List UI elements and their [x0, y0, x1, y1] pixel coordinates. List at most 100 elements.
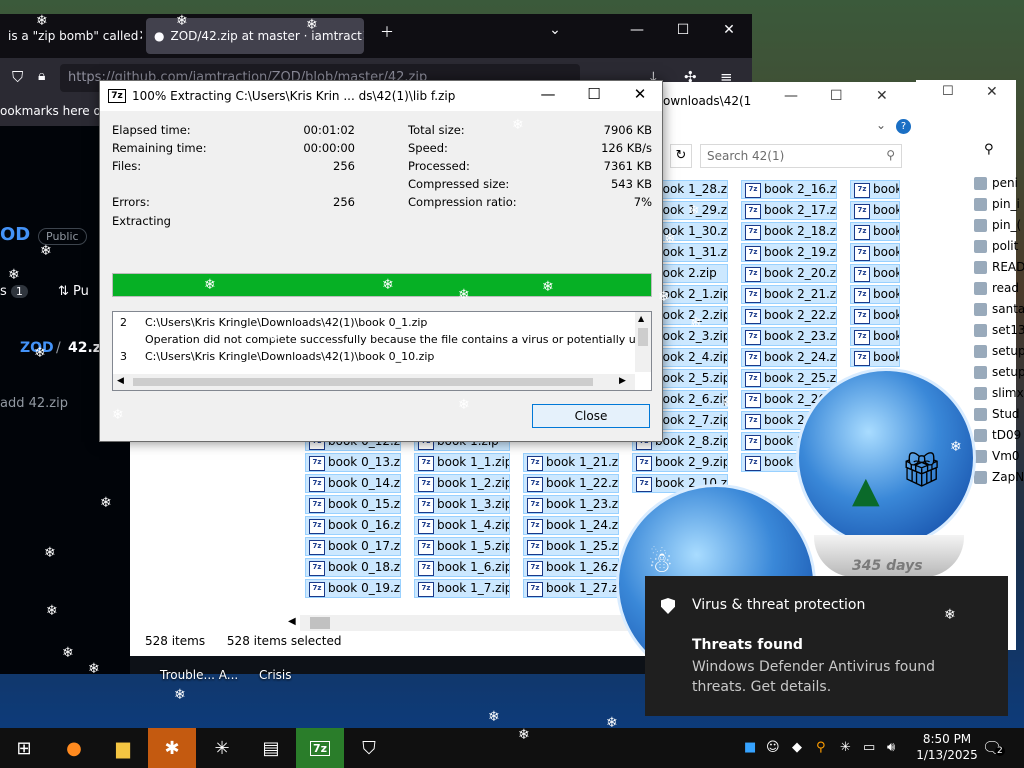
maximize-icon[interactable]: ☐ — [668, 22, 698, 38]
file-item[interactable]: book 1_1.zip — [414, 453, 510, 472]
search-icon[interactable]: ⚲ — [984, 142, 994, 157]
file-item[interactable]: book 2_23.zip — [741, 327, 837, 346]
chevron-down-icon[interactable]: ⌄ — [540, 22, 570, 38]
file-item[interactable]: set13 — [974, 323, 1024, 337]
file-item[interactable]: book 3_8 — [850, 264, 900, 283]
file-item[interactable]: book 3_6 — [850, 222, 900, 241]
address-bar[interactable]: ownloads\42(1 — [663, 94, 751, 108]
issues-tab[interactable]: s 1 — [0, 284, 28, 299]
tray-search-icon[interactable]: ⚲ — [816, 740, 826, 755]
search-input[interactable]: Search 42(1) ⚲ — [700, 144, 902, 168]
file-item[interactable]: book 2_18.zip — [741, 222, 837, 241]
minimize-icon[interactable]: — — [622, 22, 652, 38]
horizontal-scrollbar[interactable]: ◀ ▶ — [113, 374, 635, 390]
maximize-icon[interactable]: ☐ — [574, 85, 614, 103]
file-item[interactable]: book 3_4 — [850, 180, 900, 199]
file-item[interactable]: slimx — [974, 386, 1024, 400]
file-item[interactable]: book 2_21.zip — [741, 285, 837, 304]
file-item[interactable]: polit — [974, 239, 1018, 253]
file-item[interactable]: book 1_25.zip — [523, 537, 619, 556]
lock-icon[interactable]: 🔒︎ — [38, 68, 45, 84]
close-button[interactable]: Close — [532, 404, 650, 428]
file-item[interactable]: book 3_ — [850, 306, 900, 325]
file-item[interactable]: book 3_9 — [850, 285, 900, 304]
file-item[interactable]: book 2_19.zip — [741, 243, 837, 262]
file-item[interactable]: book 0_17.zip — [305, 537, 401, 556]
file-item[interactable]: Stud — [974, 407, 1020, 421]
file-item[interactable]: book 1_3.zip — [414, 495, 510, 514]
file-item[interactable]: peni — [974, 176, 1018, 190]
file-item[interactable]: READ — [974, 260, 1024, 274]
file-item[interactable]: pin_i — [974, 197, 1020, 211]
file-item[interactable]: santa — [974, 302, 1024, 316]
file-item[interactable]: book 1_4.zip — [414, 516, 510, 535]
file-item[interactable]: book 0_16.zip — [305, 516, 401, 535]
file-item[interactable]: setup — [974, 344, 1024, 358]
close-window-icon[interactable]: ✕ — [620, 85, 660, 103]
file-item[interactable]: book 1_23.zip — [523, 495, 619, 514]
scroll-thumb[interactable] — [133, 378, 593, 386]
repo-name[interactable]: OD — [0, 224, 30, 245]
close-icon[interactable]: ✕ — [138, 28, 142, 44]
desktop-icon-label[interactable]: Trouble... A... — [160, 668, 238, 682]
file-item[interactable]: book 1_5.zip — [414, 537, 510, 556]
file-item[interactable]: book 2_22.zip — [741, 306, 837, 325]
close-icon[interactable]: ✕ — [362, 28, 364, 44]
new-tab-icon[interactable]: ＋ — [372, 22, 402, 42]
scroll-left-icon[interactable]: ◀ — [288, 616, 296, 627]
pull-requests-tab[interactable]: ⇅ Pu — [58, 284, 89, 299]
refresh-icon[interactable]: ↻ — [670, 144, 692, 168]
tab-zip-bomb[interactable]: is a "zip bomb" called ✕ — [0, 18, 142, 54]
photos-icon[interactable]: ▤ — [247, 728, 295, 768]
minimize-icon[interactable]: — — [784, 88, 798, 104]
file-item[interactable]: book 1_7.zip — [414, 579, 510, 598]
scroll-thumb[interactable] — [638, 328, 648, 346]
chevron-down-icon[interactable]: ⌄ — [876, 118, 886, 132]
commit-message[interactable]: add 42.zip — [0, 396, 68, 411]
asterisk-app-icon[interactable]: ✳ — [198, 728, 246, 768]
file-item[interactable]: Vm0 — [974, 449, 1020, 463]
file-item[interactable]: book 1_24.zip — [523, 516, 619, 535]
file-item[interactable]: pin_( — [974, 218, 1021, 232]
file-item[interactable]: book 3_ — [850, 348, 900, 367]
close-window-icon[interactable]: ✕ — [986, 84, 998, 100]
notification-center-icon[interactable]: 🗨︎ 2 — [982, 738, 1005, 757]
file-item[interactable]: book 2_16.zip — [741, 180, 837, 199]
close-window-icon[interactable]: ✕ — [714, 22, 744, 38]
scroll-up-icon[interactable]: ▲ — [638, 314, 644, 323]
maximize-icon[interactable]: ☐ — [942, 84, 954, 99]
file-item[interactable]: book 3_7 — [850, 243, 900, 262]
file-item[interactable]: book 2_9.zip — [632, 453, 728, 472]
firefox-icon[interactable]: ● — [50, 728, 98, 768]
file-item[interactable]: book 0_14.zip — [305, 474, 401, 493]
security-shield-icon[interactable]: ⛉ — [345, 728, 393, 768]
scroll-left-icon[interactable]: ◀ — [117, 376, 124, 386]
maximize-icon[interactable]: ☐ — [830, 88, 843, 104]
file-item[interactable]: book 2_24.zip — [741, 348, 837, 367]
shield-icon[interactable]: ⛉ — [12, 68, 23, 86]
file-item[interactable]: book 2_25.zip — [741, 369, 837, 388]
tray-people-icon[interactable]: ☺ — [766, 740, 780, 755]
file-item[interactable]: book 1_27.zip — [523, 579, 619, 598]
file-item[interactable]: book 0_18.zip — [305, 558, 401, 577]
file-item[interactable]: book 1_2.zip — [414, 474, 510, 493]
file-item[interactable]: tD09 — [974, 428, 1021, 442]
file-item[interactable]: read — [974, 281, 1019, 295]
tray-droplet-icon[interactable]: ◆ — [792, 740, 802, 755]
7zip-taskbar-icon[interactable]: 7z — [296, 728, 344, 768]
file-item[interactable]: book 0_15.zip — [305, 495, 401, 514]
file-explorer-icon[interactable]: ▆ — [99, 728, 147, 768]
desktop-icon-label[interactable]: Crisis — [259, 668, 291, 682]
windows-start-icon[interactable]: ⊞ — [0, 728, 48, 768]
file-item[interactable]: book 1_22.zip — [523, 474, 619, 493]
scroll-right-icon[interactable]: ▶ — [619, 376, 626, 386]
tray-asterisk-icon[interactable]: ✳ — [840, 740, 851, 755]
file-item[interactable]: book 2_20.zip — [741, 264, 837, 283]
volume-icon[interactable]: 🔊︎ — [887, 740, 895, 755]
file-item[interactable]: setup — [974, 365, 1024, 379]
file-item[interactable]: ZapN — [974, 470, 1024, 484]
file-item[interactable]: book 0_13.zip — [305, 453, 401, 472]
network-icon[interactable]: ▭ — [863, 740, 875, 755]
file-item[interactable]: book 3_5 — [850, 201, 900, 220]
file-item[interactable]: book 1_26.zip — [523, 558, 619, 577]
